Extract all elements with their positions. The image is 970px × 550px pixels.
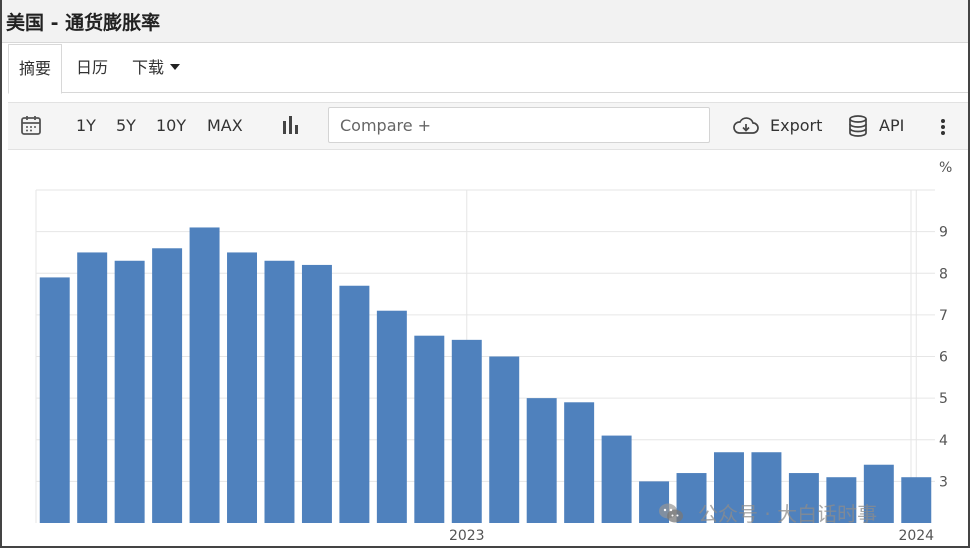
cloud-download-icon[interactable] bbox=[732, 116, 760, 138]
y-tick-label: 4 bbox=[939, 433, 948, 449]
watermark: 公众号 · 大白话时事 bbox=[658, 498, 877, 527]
tab-download[interactable]: 下载 bbox=[132, 44, 181, 92]
compare-input[interactable] bbox=[328, 107, 710, 143]
bar bbox=[901, 477, 932, 523]
more-vertical-icon[interactable] bbox=[940, 118, 946, 136]
bar bbox=[376, 310, 407, 523]
range-1y-button[interactable]: 1Y bbox=[76, 103, 96, 149]
caret-down-icon bbox=[170, 64, 181, 70]
page-title: 美国 - 通货膨胀率 bbox=[6, 12, 161, 34]
watermark-text: 公众号 · 大白话时事 bbox=[698, 502, 878, 526]
x-tick-label: 2024 bbox=[898, 528, 934, 544]
bar bbox=[601, 435, 632, 523]
bar bbox=[526, 398, 557, 523]
api-button[interactable]: API bbox=[879, 103, 904, 149]
tab-calendar[interactable]: 日历 bbox=[76, 44, 108, 92]
export-button[interactable]: Export bbox=[770, 103, 822, 149]
y-tick-label: 7 bbox=[939, 308, 948, 324]
bar bbox=[301, 264, 332, 523]
database-icon[interactable] bbox=[848, 114, 868, 138]
y-unit-label: % bbox=[939, 160, 952, 176]
range-10y-button[interactable]: 10Y bbox=[156, 103, 186, 149]
chart-area: 3 4 5 6 7 8 9% 2023 2024 bbox=[2, 150, 968, 546]
y-tick-label: 5 bbox=[939, 391, 948, 407]
inflation-bar-chart: 3 4 5 6 7 8 9% 2023 2024 bbox=[35, 160, 952, 544]
bar-chart-icon[interactable] bbox=[282, 115, 300, 137]
y-tick-label: 3 bbox=[939, 474, 948, 490]
bar bbox=[451, 339, 482, 523]
bar bbox=[414, 335, 445, 523]
title-bar: 美国 - 通货膨胀率 bbox=[2, 0, 968, 43]
bar bbox=[39, 277, 70, 523]
bar bbox=[564, 402, 595, 523]
range-max-button[interactable]: MAX bbox=[207, 103, 243, 149]
bar bbox=[77, 252, 108, 523]
wechat-icon bbox=[658, 502, 684, 524]
bar bbox=[264, 260, 295, 523]
tab-download-label: 下载 bbox=[132, 58, 165, 77]
bar bbox=[152, 248, 183, 523]
chart-toolbar: 1Y 5Y 10Y MAX Export bbox=[8, 102, 968, 150]
range-5y-button[interactable]: 5Y bbox=[116, 103, 136, 149]
y-tick-label: 8 bbox=[939, 266, 948, 282]
bar bbox=[489, 356, 520, 523]
tab-bar: 摘要 日历 下载 bbox=[8, 44, 968, 94]
window-frame: 美国 - 通货膨胀率 摘要 日历 下载 1Y 5Y 10Y MAX Compar… bbox=[0, 0, 970, 548]
tab-summary[interactable]: 摘要 bbox=[8, 44, 63, 94]
bar bbox=[227, 252, 258, 523]
y-tick-label: 9 bbox=[939, 225, 948, 241]
calendar-icon[interactable] bbox=[20, 114, 42, 138]
x-tick-label: 2023 bbox=[449, 528, 485, 544]
bar bbox=[114, 260, 145, 523]
bar bbox=[189, 227, 220, 523]
y-tick-label: 6 bbox=[939, 350, 948, 366]
bar bbox=[339, 285, 370, 523]
